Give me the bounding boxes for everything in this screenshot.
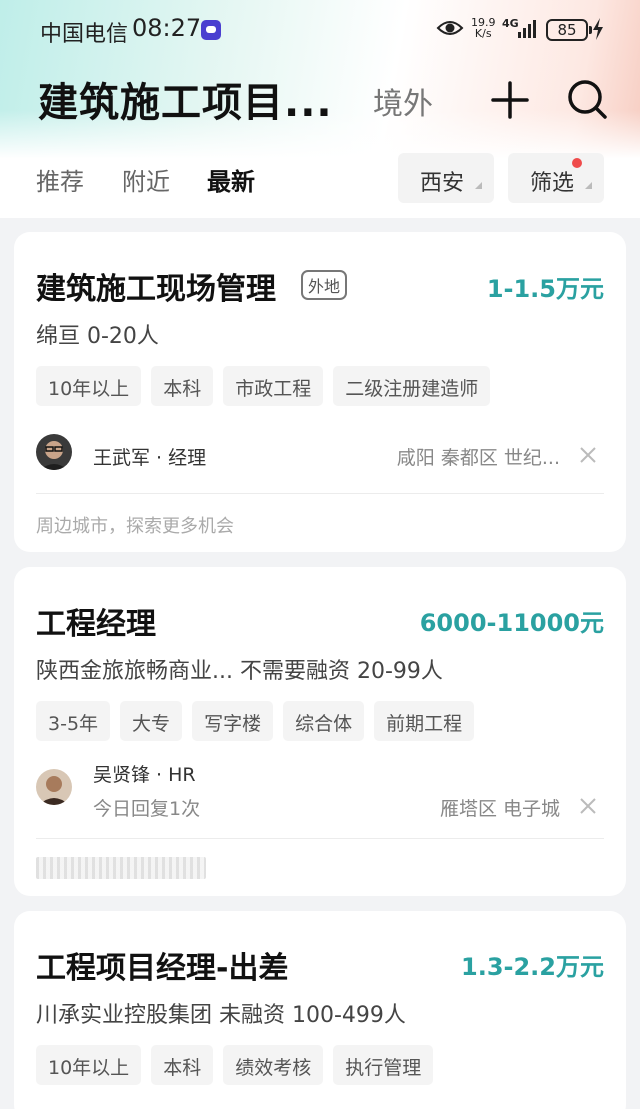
tag: 执行管理 — [333, 1045, 434, 1085]
overseas-tab[interactable]: 境外 — [373, 79, 433, 123]
job-title: 建筑施工现场管理 — [36, 272, 276, 307]
eye-icon — [436, 21, 464, 35]
tag: 综合体 — [283, 701, 365, 741]
salary: 1-1.5万元 — [486, 275, 604, 303]
divider — [36, 838, 604, 839]
tag: 10年以上 — [36, 1045, 142, 1085]
divider — [36, 493, 604, 494]
plus-icon[interactable] — [490, 80, 530, 120]
signal-icon — [518, 20, 536, 38]
carrier-label: 中国电信 — [40, 22, 129, 47]
out-of-town-badge: 外地 — [301, 270, 348, 300]
clock: 08:27 — [132, 14, 202, 42]
avatar — [36, 769, 72, 805]
nearby-cities-hint[interactable]: 周边城市，探索更多机会 — [36, 512, 234, 538]
dropdown-triangle-icon — [585, 182, 592, 189]
page-title[interactable]: 建筑施工项目... — [38, 70, 333, 128]
tag: 二级注册建造师 — [333, 366, 491, 406]
tag: 3-5年 — [36, 701, 111, 741]
tab-nearby[interactable]: 附近 — [122, 162, 170, 197]
close-icon[interactable] — [578, 796, 598, 816]
filter-button[interactable]: 筛选 — [508, 153, 604, 203]
status-bar: 中国电信 08:27 19.9 K/s 4G 85 — [0, 0, 640, 60]
company-info: 陕西金旅旅畅商业... 不需要融资 20-99人 — [36, 659, 443, 684]
tag: 前期工程 — [374, 701, 475, 741]
close-icon[interactable] — [578, 445, 598, 465]
dropdown-triangle-icon — [475, 182, 482, 189]
recruiter-name: 王武军 · 经理 — [93, 447, 207, 469]
filter-label: 筛选 — [530, 171, 575, 196]
network-speed: 19.9 K/s — [471, 17, 496, 39]
tag: 本科 — [151, 366, 214, 406]
salary: 1.3-2.2万元 — [461, 953, 604, 981]
tag-list: 3-5年 大专 写字楼 综合体 前期工程 — [36, 701, 475, 741]
blurred-text — [36, 857, 206, 879]
job-card[interactable]: 建筑施工现场管理 外地 1-1.5万元 绵亘 0-20人 10年以上 本科 市政… — [14, 232, 626, 552]
tag: 市政工程 — [223, 366, 324, 406]
tag: 绩效考核 — [223, 1045, 324, 1085]
charging-icon — [593, 18, 603, 40]
tab-latest[interactable]: 最新 — [207, 162, 255, 197]
job-title: 工程经理 — [36, 607, 156, 642]
tag-list: 10年以上 本科 绩效考核 执行管理 — [36, 1045, 434, 1085]
search-icon[interactable] — [566, 78, 608, 120]
tag: 10年以上 — [36, 366, 142, 406]
job-location: 雁塔区 电子城 — [439, 798, 560, 820]
job-card[interactable]: 工程项目经理-出差 1.3-2.2万元 川承实业控股集团 未融资 100-499… — [14, 911, 626, 1109]
city-filter-button[interactable]: 西安 — [398, 153, 494, 203]
message-notification-icon — [201, 20, 221, 40]
salary: 6000-11000元 — [419, 609, 604, 637]
tag: 写字楼 — [192, 701, 274, 741]
tag: 本科 — [151, 1045, 214, 1085]
company-info: 川承实业控股集团 未融资 100-499人 — [36, 1003, 406, 1028]
tag-list: 10年以上 本科 市政工程 二级注册建造师 — [36, 366, 491, 406]
reply-count: 今日回复1次 — [93, 798, 201, 820]
job-title: 工程项目经理-出差 — [36, 951, 289, 986]
company-info: 绵亘 0-20人 — [36, 324, 159, 349]
recruiter-name: 吴贤锋 · HR — [93, 764, 196, 786]
job-location: 咸阳 秦都区 世纪... — [396, 447, 560, 469]
tab-recommended[interactable]: 推荐 — [36, 162, 84, 197]
battery-icon: 85 — [546, 19, 592, 41]
speed-unit: K/s — [474, 27, 492, 40]
city-filter-label: 西安 — [420, 171, 465, 196]
filter-notification-dot — [572, 158, 582, 168]
job-card[interactable]: 工程经理 6000-11000元 陕西金旅旅畅商业... 不需要融资 20-99… — [14, 567, 626, 896]
avatar — [36, 434, 72, 470]
tag: 大专 — [120, 701, 183, 741]
